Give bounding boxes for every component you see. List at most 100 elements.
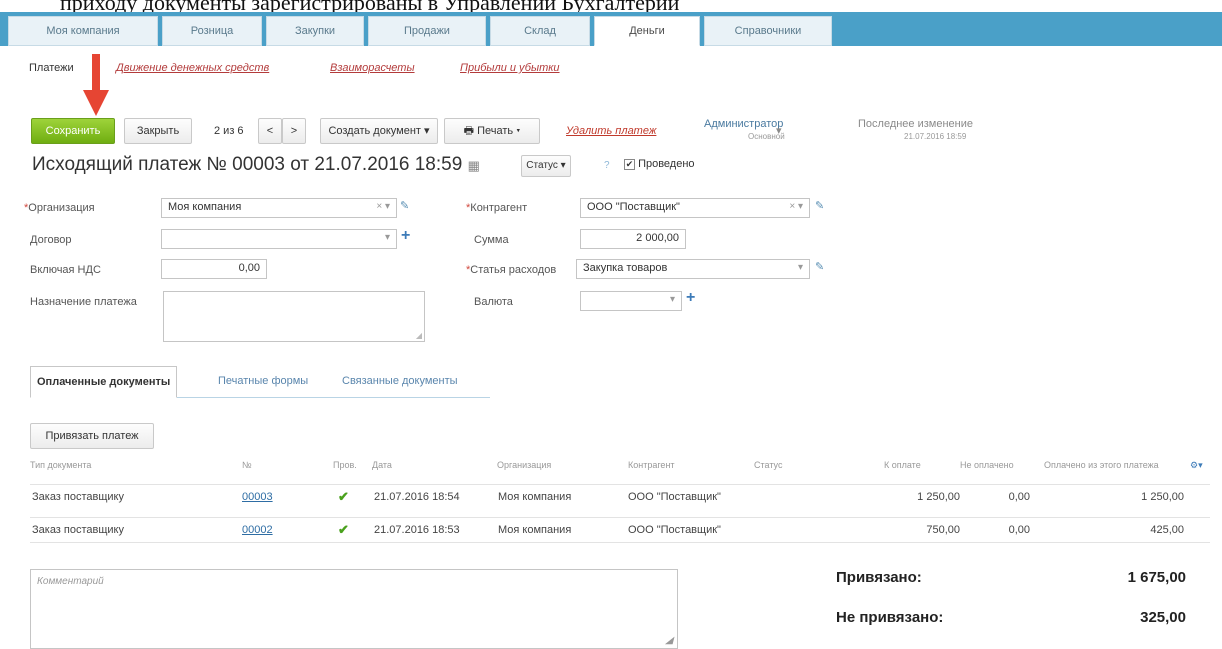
counterparty-label: *Контрагент (466, 202, 528, 214)
chevron-down-icon[interactable]: ▾ (670, 294, 675, 305)
org-value: Моя компания (168, 201, 242, 213)
caption-text: приходу документы зарегистрированы в Упр… (60, 0, 679, 12)
subnav-settlements[interactable]: Взаиморасчеты (330, 62, 415, 74)
col-unpaid[interactable]: Не оплачено (960, 460, 1014, 470)
prev-button[interactable]: < (258, 118, 282, 144)
tab-paid-documents[interactable]: Оплаченные документы (30, 366, 178, 398)
print-dropdown[interactable]: 🖶 Печать ▾ (444, 118, 540, 144)
page-title-text: Исходящий платеж № 00003 от 21.07.2016 1… (32, 154, 463, 175)
row-org: Моя компания (498, 491, 572, 503)
unbound-label: Не привязано: (836, 609, 944, 626)
resize-grip-icon[interactable]: ◢ (665, 635, 673, 646)
col-to-pay[interactable]: К оплате (884, 460, 921, 470)
col-status[interactable]: Статус (754, 460, 782, 470)
row-number-link[interactable]: 00002 (242, 524, 273, 536)
column-settings-icon[interactable]: ⚙▾ (1190, 460, 1203, 471)
checkmark-icon: ✔ (338, 489, 349, 504)
add-currency-icon[interactable]: + (686, 289, 695, 307)
help-icon[interactable]: ? (604, 160, 610, 171)
edit-expense-icon[interactable]: ✎ (815, 260, 824, 273)
row-paid: 1 250,00 (1141, 491, 1184, 503)
main-navigation: Моя компания Розница Закупки Продажи Скл… (0, 12, 1222, 46)
save-button[interactable]: Сохранить (31, 118, 115, 144)
col-counterparty[interactable]: Контрагент (628, 460, 675, 470)
row-unpaid: 0,00 (1008, 491, 1030, 503)
row-date: 21.07.2016 18:53 (374, 524, 460, 536)
clear-dropdown-icon[interactable]: × ▾ (376, 201, 390, 212)
bound-label: Привязано: (836, 569, 922, 586)
print-label: Печать (477, 125, 514, 137)
vat-label: Включая НДС (30, 264, 101, 276)
col-paid-from-payment[interactable]: Оплачено из этого платежа (1044, 460, 1159, 470)
pager-text: 2 из 6 (214, 125, 244, 137)
tab-directories[interactable]: Справочники (704, 16, 832, 46)
col-doc-type[interactable]: Тип документа (30, 460, 91, 470)
next-button[interactable]: > (282, 118, 306, 144)
row-unpaid: 0,00 (1008, 524, 1030, 536)
sum-input[interactable]: 2 000,00 (580, 229, 686, 249)
last-change-label: Последнее изменение (858, 118, 974, 130)
col-date[interactable]: Дата (372, 460, 392, 470)
currency-select[interactable]: ▾ (580, 291, 682, 311)
chevron-down-icon[interactable]: ▾ (798, 262, 803, 273)
tab-money[interactable]: Деньги (594, 16, 700, 46)
tab-linked-documents[interactable]: Связанные документы (336, 366, 464, 398)
printer-icon: 🖶 (463, 125, 478, 137)
clear-dropdown-icon[interactable]: × ▾ (789, 201, 803, 212)
row-number-link[interactable]: 00003 (242, 491, 273, 503)
edit-counterparty-icon[interactable]: ✎ (815, 199, 824, 212)
vat-input[interactable]: 0,00 (161, 259, 267, 279)
posted-checkbox[interactable]: ✔ Проведено (624, 158, 695, 170)
contract-select[interactable]: ▾ (161, 229, 397, 249)
red-arrow-icon (83, 54, 109, 116)
edit-org-icon[interactable]: ✎ (400, 199, 409, 212)
row-date: 21.07.2016 18:54 (374, 491, 460, 503)
top-caption-strip: приходу документы зарегистрированы в Упр… (0, 0, 1222, 12)
tab-print-forms[interactable]: Печатные формы (212, 366, 314, 398)
row-counterparty: ООО "Поставщик" (628, 491, 721, 503)
expense-select[interactable]: Закупка товаров ▾ (576, 259, 810, 279)
col-organization[interactable]: Организация (497, 460, 551, 470)
status-dropdown[interactable]: Статус ▾ (521, 155, 571, 177)
row-to-pay: 750,00 (926, 524, 960, 536)
bound-value: 1 675,00 (1127, 569, 1186, 586)
counterparty-select[interactable]: ООО "Поставщик" × ▾ (580, 198, 810, 218)
counterparty-value: ООО "Поставщик" (587, 201, 680, 213)
tab-retail[interactable]: Розница (162, 16, 262, 46)
create-document-label: Создать документ (328, 125, 421, 137)
expense-label: *Статья расходов (466, 264, 557, 276)
tab-sales[interactable]: Продажи (368, 16, 486, 46)
status-label: Статус (526, 160, 558, 171)
checkmark-icon: ✔ (338, 522, 349, 537)
purpose-textarea[interactable]: ◢ (163, 291, 425, 342)
tab-my-company[interactable]: Моя компания (8, 16, 158, 46)
chevron-down-icon[interactable]: ▾ (385, 232, 390, 243)
table-row[interactable]: Заказ поставщику 00003 ✔ 21.07.2016 18:5… (30, 484, 1210, 510)
tab-warehouse[interactable]: Склад (490, 16, 590, 46)
col-number[interactable]: № (242, 460, 252, 470)
chevron-down-icon[interactable]: ▾ (776, 124, 782, 137)
sum-label: Сумма (474, 234, 509, 246)
user-name[interactable]: Администратор (704, 118, 783, 130)
table-row[interactable]: Заказ поставщику 00002 ✔ 21.07.2016 18:5… (30, 517, 1210, 543)
row-to-pay: 1 250,00 (917, 491, 960, 503)
chevron-down-icon: ▾ (424, 125, 430, 137)
resize-grip-icon[interactable]: ◢ (416, 331, 422, 340)
col-posted[interactable]: Пров. (333, 460, 357, 470)
row-doc-type: Заказ поставщику (32, 524, 124, 536)
close-button[interactable]: Закрыть (124, 118, 192, 144)
chevron-down-icon: ▾ (516, 125, 521, 137)
tab-purchases[interactable]: Закупки (266, 16, 364, 46)
subnav-profit-loss[interactable]: Прибыли и убытки (460, 62, 560, 74)
calendar-icon[interactable]: ▦ (468, 158, 480, 173)
create-document-dropdown[interactable]: Создать документ ▾ (320, 118, 438, 144)
add-contract-icon[interactable]: + (401, 227, 410, 245)
org-select[interactable]: Моя компания × ▾ (161, 198, 397, 218)
checkbox-checked-icon: ✔ (624, 159, 635, 170)
bind-payment-button[interactable]: Привязать платеж (30, 423, 154, 449)
comment-textarea[interactable]: Комментарий ◢ (30, 569, 678, 649)
subnav-cash-flow[interactable]: Движение денежных средств (116, 62, 269, 74)
page-title: Исходящий платеж № 00003 от 21.07.2016 1… (32, 154, 480, 176)
subnav-payments[interactable]: Платежи (29, 62, 74, 74)
delete-payment-link[interactable]: Удалить платеж (566, 125, 656, 137)
